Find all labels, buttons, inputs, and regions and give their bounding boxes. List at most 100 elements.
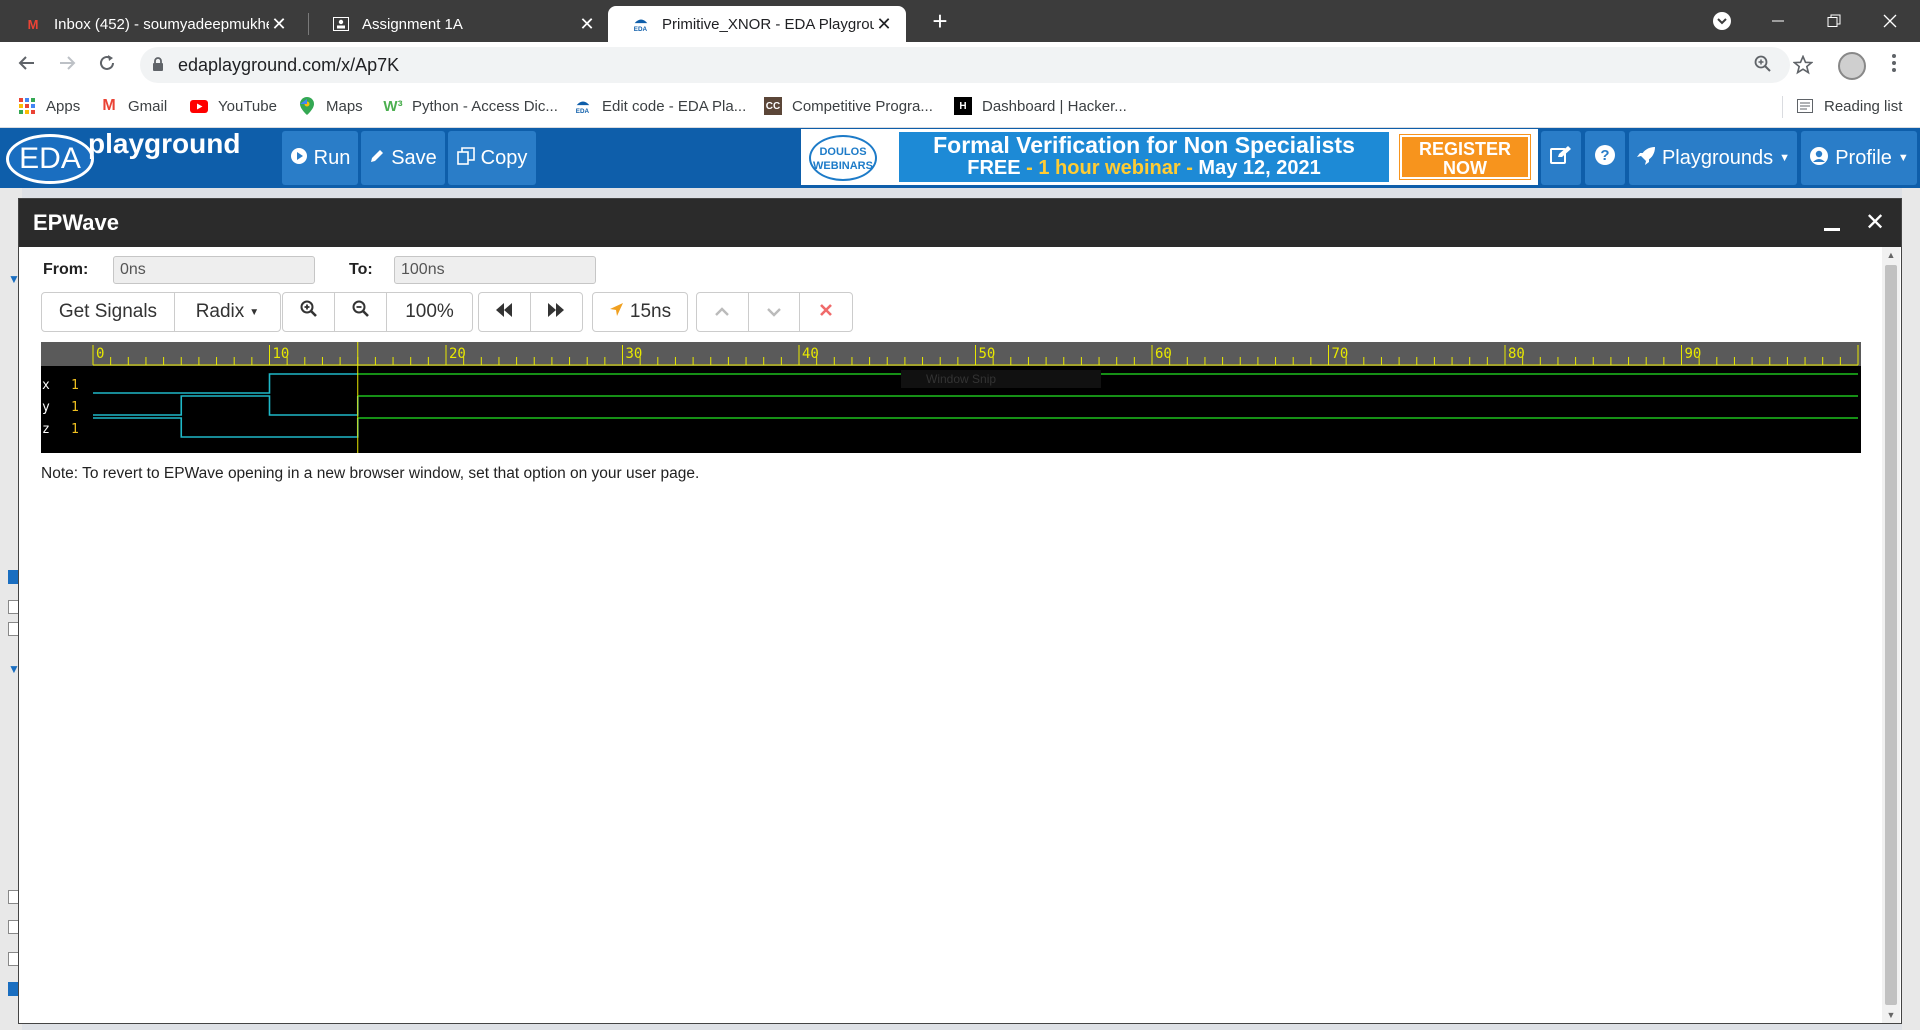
maps-icon (298, 97, 316, 115)
zoom-level-button[interactable]: 100% (387, 293, 472, 331)
copy-button[interactable]: Copy (448, 131, 536, 185)
cursor-time-label: 15ns (629, 301, 672, 322)
pencil-icon (369, 148, 385, 169)
svg-text:?: ? (1600, 147, 1609, 164)
forward-arrow-icon[interactable] (52, 50, 82, 80)
signal-value: 1 (71, 378, 79, 393)
reading-list-icon (1796, 97, 1814, 115)
bookmark-star-icon[interactable] (1790, 54, 1816, 79)
epwave-title: EPWave (33, 210, 120, 235)
waveform-trace (93, 417, 359, 438)
profile-avatar[interactable] (1838, 52, 1866, 80)
bookmark-edit-code[interactable]: EDA Edit code - EDA Pla... (574, 88, 746, 124)
ruler-tick-label: 70 (1332, 346, 1349, 362)
back-arrow-icon[interactable] (12, 50, 42, 80)
radix-dropdown[interactable]: Radix ▼ (175, 293, 280, 331)
bookmark-maps[interactable]: Maps (298, 88, 363, 124)
playground-logo[interactable]: playground (88, 128, 240, 160)
jump-start-button[interactable] (479, 293, 531, 331)
restore-window-icon[interactable] (1806, 0, 1862, 40)
banner-headline: Formal Verification for Non Specialists … (899, 132, 1389, 182)
from-input[interactable] (113, 256, 315, 284)
profile-menu[interactable]: Profile ▼ (1801, 131, 1917, 185)
edit-profile-button[interactable] (1541, 131, 1581, 185)
run-button[interactable]: Run (282, 131, 358, 185)
classroom-icon (332, 15, 350, 33)
scrollbar-thumb[interactable] (1885, 265, 1897, 1005)
address-bar[interactable]: edaplayground.com/x/Ap7K (140, 47, 1814, 83)
playgrounds-menu[interactable]: Playgrounds ▼ (1629, 131, 1797, 185)
vertical-scrollbar[interactable]: ▲ ▼ (1882, 247, 1900, 1023)
ruler-tick-label: 10 (273, 346, 290, 362)
rocket-icon (1636, 146, 1656, 171)
move-up-button[interactable] (697, 293, 749, 331)
lock-icon[interactable] (152, 57, 164, 71)
signal-name: y (42, 400, 50, 415)
help-button[interactable]: ? (1585, 131, 1625, 185)
tab-eda-playground[interactable]: EDA Primitive_XNOR - EDA Playgroun ✕ (608, 6, 906, 42)
copy-icon (456, 146, 475, 170)
scroll-up-arrow-icon[interactable]: ▲ (1882, 250, 1900, 260)
bookmark-competitive[interactable]: CC Competitive Progra... (764, 88, 933, 124)
register-now-button[interactable]: REGISTER NOW (1399, 134, 1531, 180)
register-line2: NOW (1443, 158, 1487, 178)
bookmark-youtube[interactable]: YouTube (190, 88, 277, 124)
scroll-down-arrow-icon[interactable]: ▼ (1882, 1010, 1900, 1020)
signal-value: 1 (71, 422, 79, 437)
waveform-viewer[interactable]: 0 10 20 30 40 50 60 70 80 90 x 1 y 1 z 1 Window Snip (41, 342, 1861, 453)
bookmark-label: Competitive Progra... (792, 97, 933, 115)
tab-search-icon[interactable] (1694, 0, 1750, 40)
zoom-in-icon (300, 300, 318, 324)
epwave-note: Note: To revert to EPWave opening in a n… (41, 465, 700, 482)
browser-menu-icon[interactable] (1886, 50, 1902, 80)
zoom-out-button[interactable] (335, 293, 387, 331)
close-tab-icon[interactable]: ✕ (269, 14, 289, 35)
to-input[interactable] (394, 256, 596, 284)
move-down-button[interactable] (749, 293, 801, 331)
svg-text:EDA: EDA (634, 26, 648, 33)
close-icon[interactable]: ✕ (1865, 199, 1885, 247)
bookmarks-bar: Apps M Gmail YouTube Maps W³ Python - Ac… (0, 88, 1920, 128)
bookmark-gmail[interactable]: M Gmail (100, 88, 167, 124)
webinar-banner[interactable]: DOULOS WEBINARS Formal Verification for … (801, 129, 1538, 185)
bookmark-python[interactable]: W³ Python - Access Dic... (383, 88, 557, 124)
close-tab-icon[interactable]: ✕ (874, 14, 894, 35)
banner-free: FREE (967, 157, 1021, 179)
minimize-icon[interactable] (1824, 213, 1840, 231)
close-window-icon[interactable] (1862, 0, 1918, 40)
caret-down-icon: ▼ (1897, 152, 1909, 164)
question-circle-icon: ? (1594, 144, 1616, 172)
save-button[interactable]: Save (361, 131, 445, 185)
cursor-button-group: 15ns (592, 292, 688, 332)
bookmark-apps[interactable]: Apps (18, 88, 80, 124)
caret-down-icon: ▼ (249, 306, 260, 318)
banner-duration: 1 hour webinar (1038, 157, 1181, 179)
signals-button-group: Get Signals Radix ▼ (41, 292, 281, 332)
jump-end-button[interactable] (531, 293, 583, 331)
tab-assignment[interactable]: Assignment 1A ✕ (308, 6, 609, 42)
profile-label: Profile (1835, 146, 1892, 169)
time-ruler (41, 342, 1861, 366)
tab-gmail-inbox[interactable]: M Inbox (452) - soumyadeepmukhe ✕ (0, 6, 301, 42)
bookmarks-divider (1782, 96, 1783, 118)
new-tab-button[interactable]: + (923, 6, 957, 38)
caret-down-icon: ▼ (1779, 152, 1791, 164)
bookmark-hackerrank[interactable]: H Dashboard | Hacker... (954, 88, 1127, 124)
zoom-in-button[interactable] (283, 293, 335, 331)
reload-icon[interactable] (92, 50, 122, 80)
minimize-window-icon[interactable] (1750, 0, 1806, 40)
ruler-tick-label: 50 (979, 346, 996, 362)
url-text[interactable]: edaplayground.com/x/Ap7K (178, 47, 399, 83)
cursor-time-button[interactable]: 15ns (593, 293, 687, 331)
remove-signal-button[interactable] (800, 293, 852, 331)
close-tab-icon[interactable]: ✕ (577, 14, 597, 35)
zoom-icon[interactable] (1750, 55, 1776, 77)
save-label: Save (391, 146, 437, 169)
svg-text:EDA: EDA (576, 108, 590, 115)
eda-logo[interactable]: EDA (6, 134, 94, 184)
reading-list-button[interactable]: Reading list (1796, 88, 1902, 124)
youtube-icon (190, 97, 208, 115)
banner-line2: FREE - 1 hour webinar - May 12, 2021 (967, 157, 1321, 179)
remove-x-icon (819, 301, 833, 323)
get-signals-button[interactable]: Get Signals (42, 293, 175, 331)
